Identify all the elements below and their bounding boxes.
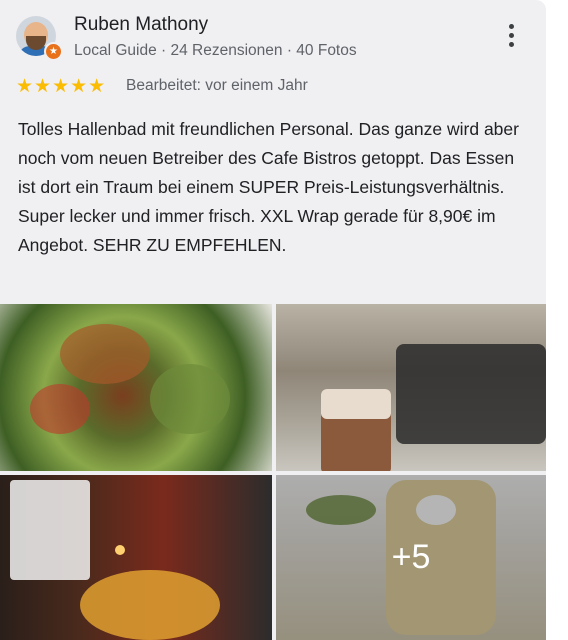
edited-timestamp: Bearbeitet: vor einem Jahr [126, 77, 308, 94]
author-meta: Local Guide · 24 Rezensionen · 40 Fotos [74, 42, 357, 59]
review-text: Tolles Hallenbad mit freundlichen Person… [18, 119, 519, 255]
rating-row: ★★★★★ Bearbeitet: vor einem Jahr [16, 75, 516, 97]
local-guide-badge-icon: ★ [44, 42, 63, 61]
photo-bistro-interior[interactable] [0, 475, 272, 640]
photo-cafe-latte[interactable] [276, 304, 546, 471]
more-photos-count[interactable]: +5 [276, 475, 546, 640]
photo-grid: +5 [0, 304, 546, 640]
star-rating: ★★★★★ [16, 76, 107, 97]
review-header: ★ Ruben Mathony Local Guide · 24 Rezensi… [16, 14, 536, 64]
photo-salad[interactable] [0, 304, 272, 471]
review-card: ★ Ruben Mathony Local Guide · 24 Rezensi… [0, 0, 546, 640]
more-options-icon[interactable] [504, 24, 518, 52]
author-name[interactable]: Ruben Mathony [74, 14, 208, 36]
photo-wrap[interactable]: +5 [276, 475, 546, 640]
